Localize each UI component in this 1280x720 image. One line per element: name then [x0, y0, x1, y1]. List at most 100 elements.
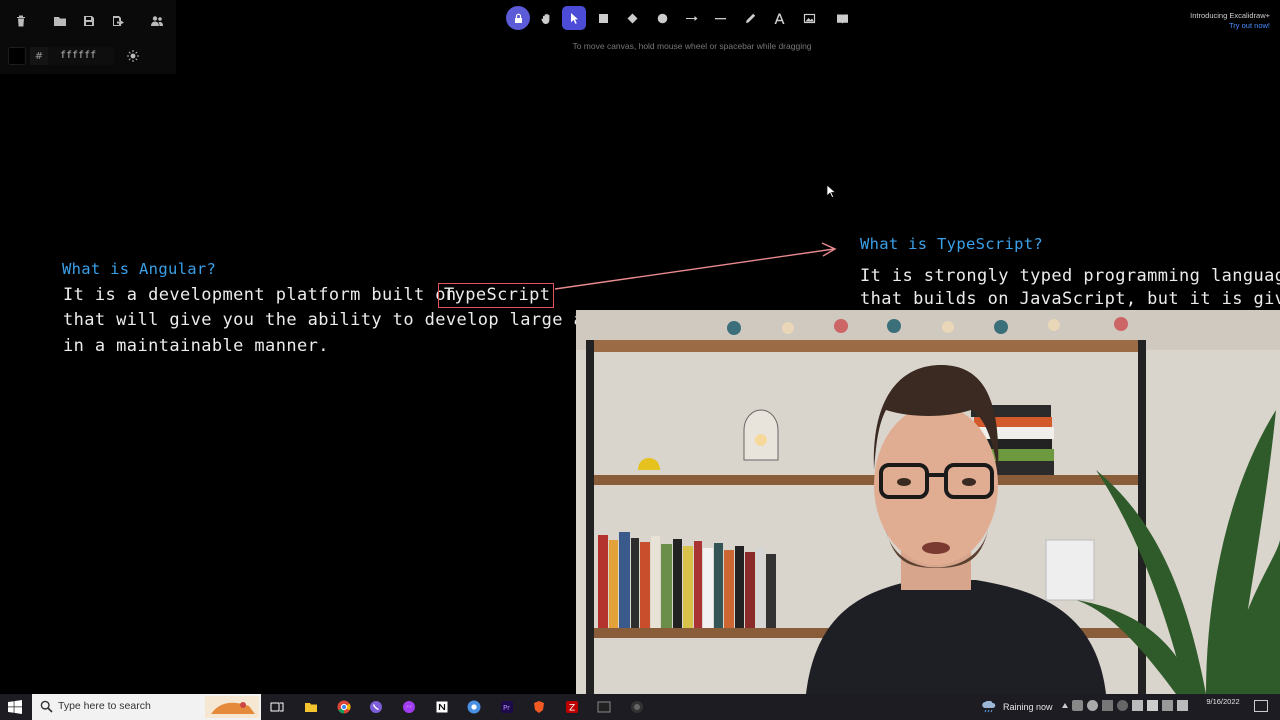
- users-icon: [151, 16, 163, 26]
- tool-library[interactable]: [830, 6, 854, 30]
- tool-text[interactable]: [767, 6, 791, 30]
- terminal-icon: [597, 701, 611, 713]
- typescript-text-line-2[interactable]: that builds on JavaScript, but it is giv…: [860, 289, 1280, 309]
- tool-draw[interactable]: [738, 6, 762, 30]
- collaborate-button[interactable]: [144, 8, 170, 34]
- angular-question[interactable]: What is Angular?: [62, 260, 216, 278]
- webcam-overlay: [576, 310, 1280, 694]
- rain-cloud-icon: [982, 701, 996, 713]
- ellipse-icon: [657, 13, 667, 23]
- taskbar-file-explorer[interactable]: [302, 698, 320, 716]
- typescript-text-line-1[interactable]: It is strongly typed programming languag…: [860, 266, 1280, 286]
- lock-icon: [514, 13, 522, 23]
- tool-selection[interactable]: [562, 6, 586, 30]
- taskbar-notion[interactable]: [433, 698, 451, 716]
- cursor-icon: [570, 12, 578, 24]
- export-icon: [113, 16, 124, 26]
- premiere-icon: Pr: [501, 701, 513, 713]
- angular-text-line-2[interactable]: that will give you the ability to develo…: [63, 310, 637, 330]
- taskbar-clock[interactable]: 9/16/2022: [1200, 697, 1246, 707]
- promo-title: Introducing Excalidraw+: [1190, 11, 1270, 20]
- chevron-up-icon[interactable]: [1062, 703, 1068, 708]
- folder-icon: [305, 703, 317, 712]
- svg-text:Pr: Pr: [503, 704, 510, 712]
- tool-diamond[interactable]: [620, 6, 644, 30]
- task-view-icon: [270, 702, 284, 712]
- tray-app-icon[interactable]: [1117, 700, 1128, 711]
- notion-icon: [436, 701, 448, 713]
- canvas-hint: To move canvas, hold mouse wheel or spac…: [572, 41, 812, 51]
- save-icon: [84, 16, 94, 26]
- taskbar-filezilla[interactable]: Z: [563, 698, 581, 716]
- webcam-presenter-image: [576, 310, 1280, 694]
- taskbar-obs[interactable]: [628, 698, 646, 716]
- taskbar-chrome[interactable]: [335, 698, 353, 716]
- angular-text-line-3[interactable]: in a maintainable manner.: [63, 336, 329, 356]
- tray-app-icon[interactable]: [1102, 700, 1113, 711]
- taskbar-messenger[interactable]: [400, 698, 418, 716]
- typescript-highlight-text[interactable]: TypeScript: [444, 285, 550, 305]
- tool-image[interactable]: [797, 6, 821, 30]
- taskbar-premiere[interactable]: Pr: [498, 698, 516, 716]
- network-icon[interactable]: [1132, 700, 1143, 711]
- save-button[interactable]: [76, 8, 102, 34]
- sun-icon: [127, 50, 139, 62]
- filezilla-icon: Z: [566, 701, 578, 714]
- tray-app-icon[interactable]: [1162, 700, 1173, 711]
- diamond-icon: [627, 13, 637, 23]
- svg-text:Z: Z: [569, 704, 575, 714]
- line-icon: [714, 17, 726, 19]
- taskbar-search[interactable]: Type here to search: [32, 694, 261, 720]
- taskbar-terminal[interactable]: [595, 698, 613, 716]
- rectangle-icon: [598, 13, 608, 23]
- library-icon: [836, 14, 848, 23]
- tray-app-icon[interactable]: [1072, 700, 1083, 711]
- angular-text-line-1[interactable]: It is a development platform built on: [63, 285, 457, 305]
- clear-canvas-button[interactable]: [8, 8, 34, 34]
- promo-link[interactable]: Try out now!: [1190, 21, 1270, 31]
- background-hex-input[interactable]: ffffff: [48, 47, 114, 65]
- taskbar-chrome-alt[interactable]: [465, 698, 483, 716]
- taskbar-viber[interactable]: [367, 698, 385, 716]
- windows-start-icon[interactable]: [8, 700, 22, 714]
- main-menu-panel: # ffffff: [0, 0, 176, 74]
- text-icon: [774, 13, 784, 24]
- brave-icon: [534, 701, 544, 713]
- tool-lock[interactable]: [506, 6, 530, 30]
- volume-icon[interactable]: [1147, 700, 1158, 711]
- mouse-cursor-icon: [826, 184, 836, 198]
- typescript-question[interactable]: What is TypeScript?: [860, 235, 1043, 253]
- tool-hand[interactable]: [534, 6, 558, 30]
- chrome-alt-icon: [467, 700, 481, 714]
- chrome-icon: [337, 700, 351, 714]
- messenger-icon: [403, 701, 415, 713]
- system-tray: [1062, 700, 1188, 711]
- clock-time: 9/16/2022: [1206, 697, 1240, 706]
- weather-status[interactable]: Raining now: [1003, 702, 1053, 720]
- taskbar-brave[interactable]: [530, 698, 548, 716]
- tool-ellipse[interactable]: [650, 6, 674, 30]
- tool-arrow[interactable]: [679, 6, 703, 30]
- windows-taskbar: Type here to search Pr Z Raining now 9/1…: [0, 694, 1280, 720]
- image-icon: [803, 13, 815, 23]
- shape-toolbar: [504, 6, 854, 32]
- theme-toggle-button[interactable]: [124, 47, 142, 65]
- tool-rectangle[interactable]: [591, 6, 615, 30]
- arrow-icon: [685, 15, 697, 21]
- search-placeholder: Type here to search: [58, 700, 151, 712]
- pencil-icon: [745, 13, 755, 23]
- language-icon[interactable]: [1177, 700, 1188, 711]
- hash-label: #: [30, 47, 48, 65]
- tool-line[interactable]: [708, 6, 732, 30]
- tray-app-icon[interactable]: [1087, 700, 1098, 711]
- background-color-row: # ffffff: [8, 46, 142, 66]
- taskbar-task-view[interactable]: [268, 698, 286, 716]
- search-icon: [40, 700, 53, 713]
- search-highlight-illustration: [205, 696, 259, 718]
- background-swatch[interactable]: [8, 47, 26, 65]
- notification-icon[interactable]: [1254, 700, 1268, 712]
- trash-icon: [17, 15, 25, 27]
- export-button[interactable]: [105, 8, 131, 34]
- open-button[interactable]: [47, 8, 73, 34]
- excalidraw-plus-promo[interactable]: Introducing Excalidraw+ Try out now!: [1190, 11, 1270, 31]
